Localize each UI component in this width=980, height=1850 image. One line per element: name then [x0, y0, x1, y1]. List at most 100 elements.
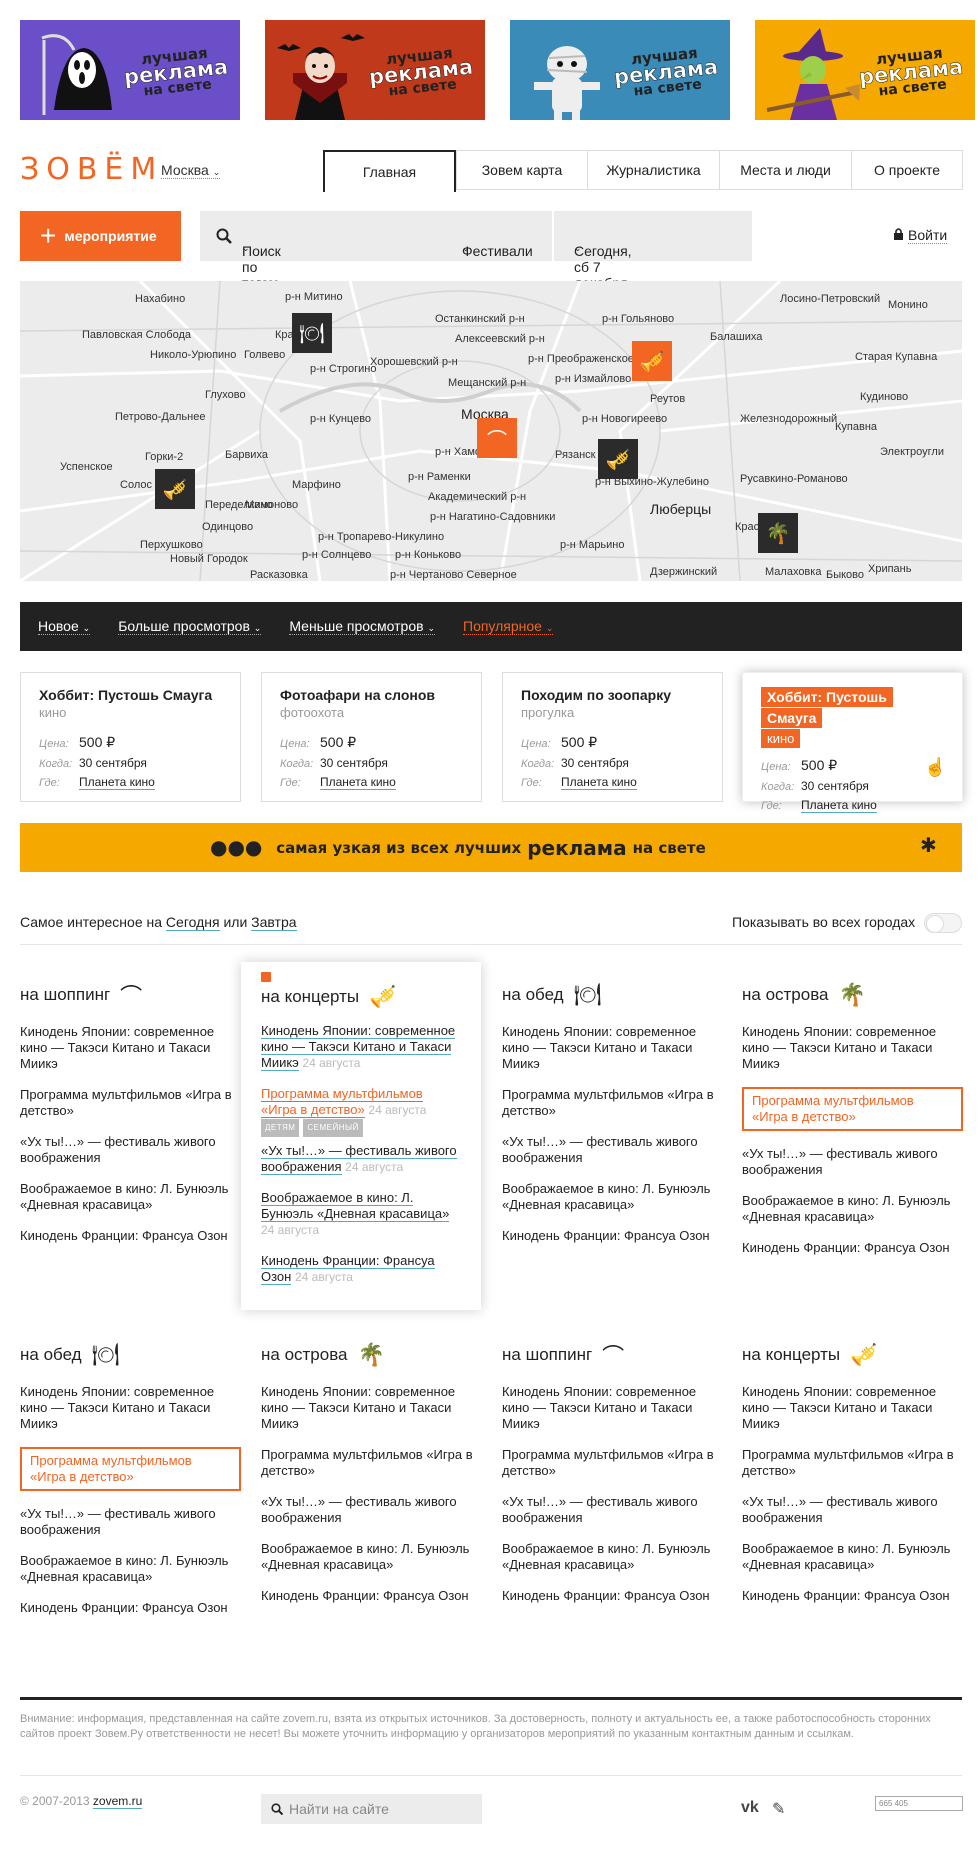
list-item[interactable]: Кинодень Франции: Франсуа Озон	[502, 1228, 723, 1244]
events-map[interactable]: р-н Митино Нахабино Павловская Слобода Н…	[20, 281, 962, 581]
map-pin-islands[interactable]: 🌴	[758, 513, 798, 553]
list-item[interactable]: Программа мультфильмов «Игра в детство»	[742, 1447, 963, 1479]
column-title[interactable]: на обед	[502, 985, 564, 1005]
tag-badge[interactable]: ДЕТЯМ	[261, 1119, 300, 1137]
city-selector[interactable]: Москва ⌄	[161, 162, 221, 179]
list-item[interactable]: Программа мультфильмов «Игра в детство»	[20, 1087, 241, 1119]
event-venue-link[interactable]: Планета кино	[561, 775, 637, 790]
list-item[interactable]: Кинодень Франции: Франсуа Озон	[742, 1588, 963, 1604]
event-card[interactable]: Фотоафари на слонов фотоохота Цена: 500 ₽…	[261, 672, 482, 802]
list-item[interactable]: Кинодень Франции: Франсуа Озон	[20, 1228, 241, 1244]
list-item[interactable]: Программа мультфильмов «Игра в детство»	[261, 1447, 482, 1479]
nav-tab-home[interactable]: Главная	[323, 150, 456, 192]
column-title[interactable]: на обед	[20, 1345, 82, 1365]
map-label: Успенское	[60, 461, 113, 473]
map-pin-restaurant[interactable]: 🍽	[292, 313, 332, 353]
list-item[interactable]: Воображаемое в кино: Л. Бунюэль «Дневная…	[742, 1541, 963, 1573]
list-item[interactable]: «Ух ты!…» — фестиваль живого воображения	[261, 1494, 482, 1526]
list-item[interactable]: Воображаемое в кино: Л. Бунюэль «Дневная…	[261, 1541, 482, 1573]
event-venue-link[interactable]: Планета кино	[320, 775, 396, 790]
filter-popular[interactable]: Популярное ⌄	[463, 618, 554, 635]
column-title[interactable]: на концерты	[742, 1345, 840, 1365]
nav-tab-places[interactable]: Места и люди	[719, 150, 852, 190]
list-item-highlighted[interactable]: Программа мультфильмов «Игра в детство»	[20, 1447, 241, 1491]
list-item[interactable]: «Ух ты!…» — фестиваль живого воображения	[742, 1146, 963, 1178]
list-item[interactable]: Воображаемое в кино: Л. Бунюэль «Дневная…	[261, 1190, 461, 1238]
event-card-hovered[interactable]: Хоббит: Пустошь Смауга кино Цена: 500 ₽ Ко…	[742, 672, 963, 813]
event-card[interactable]: Походим по зоопарку прогулка Цена: 500 ₽ …	[502, 672, 723, 802]
ad-banner-2[interactable]: лучшая реклама на свете	[265, 20, 485, 120]
vk-icon[interactable]: vk	[741, 1799, 759, 1817]
map-pin-concert[interactable]: 🎺	[632, 341, 672, 381]
list-item[interactable]: Кинодень Франции: Франсуа Озон	[742, 1240, 963, 1256]
list-item[interactable]: Кинодень Франции: Франсуа Озон 24 август…	[261, 1253, 461, 1285]
tomorrow-link[interactable]: Завтра	[251, 914, 297, 931]
column-title[interactable]: на острова	[261, 1345, 348, 1365]
list-item[interactable]: Кинодень Японии: современное кино — Такэ…	[20, 1024, 241, 1072]
tag-badge[interactable]: СЕМЕЙНЫЙ	[303, 1119, 363, 1137]
list-item[interactable]: Программа мультфильмов «Игра в детство»	[502, 1087, 723, 1119]
list-item[interactable]: «Ух ты!…» — фестиваль живого воображения…	[261, 1143, 461, 1175]
site-link[interactable]: zovem.ru	[92, 1794, 143, 1809]
list-item[interactable]: Кинодень Японии: современное кино — Такэ…	[742, 1024, 963, 1072]
list-item[interactable]: «Ух ты!…» — фестиваль живого воображения	[20, 1134, 241, 1166]
ad-banner-4[interactable]: лучшая реклама на свете	[755, 20, 975, 120]
list-item[interactable]: «Ух ты!…» — фестиваль живого воображения	[20, 1506, 241, 1538]
narrow-ad-banner[interactable]: ●●● самая узкая из всех лучших реклама н…	[20, 823, 962, 872]
column-title[interactable]: на острова	[742, 985, 829, 1005]
list-item[interactable]: «Ух ты!…» — фестиваль живого воображения	[502, 1134, 723, 1166]
footer-search-input[interactable]	[289, 1800, 474, 1818]
list-item[interactable]: «Ух ты!…» — фестиваль живого воображения	[502, 1494, 723, 1526]
nav-tab-journalism[interactable]: Журналистика	[587, 150, 720, 190]
list-item[interactable]: Воображаемое в кино: Л. Бунюэль «Дневная…	[502, 1541, 723, 1573]
list-item[interactable]: Кинодень Японии: современное кино — Такэ…	[261, 1023, 461, 1071]
list-item[interactable]: Кинодень Франции: Франсуа Озон	[20, 1600, 241, 1616]
login-link[interactable]: Войти	[908, 227, 948, 244]
item-link[interactable]: Воображаемое в кино: Л. Бунюэль «Дневная…	[261, 1190, 450, 1222]
map-pin-concert[interactable]: 🎺	[155, 469, 195, 509]
list-item[interactable]: Кинодень Японии: современное кино — Такэ…	[502, 1384, 723, 1432]
list-item[interactable]: Воображаемое в кино: Л. Бунюэль «Дневная…	[20, 1553, 241, 1585]
ghost-scream-illustration	[41, 34, 112, 115]
column-title[interactable]: на шоппинг	[502, 1345, 592, 1365]
filter-label: Новое	[38, 618, 79, 634]
event-card[interactable]: Хоббит: Пустошь Смауга кино Цена: 500 ₽ К…	[20, 672, 241, 802]
category-column: на концерты 🎺 Кинодень Японии: современно…	[742, 1340, 963, 1619]
site-logo[interactable]: ЗОВЁМ	[20, 152, 163, 187]
list-item[interactable]: Кинодень Японии: современное кино — Такэ…	[502, 1024, 723, 1072]
column-title[interactable]: на концерты	[261, 987, 359, 1007]
filter-least-viewed[interactable]: Меньше просмотров ⌄	[289, 618, 435, 635]
category-column: на острова 🌴 Кинодень Японии: современное…	[261, 1340, 482, 1619]
list-item[interactable]: Программа мультфильмов «Игра в детство» …	[261, 1086, 461, 1137]
column-title[interactable]: на шоппинг	[20, 985, 110, 1005]
map-pin-shopping[interactable]: ⌒	[477, 418, 517, 458]
filter-new[interactable]: Новое ⌄	[38, 618, 91, 635]
list-item[interactable]: «Ух ты!…» — фестиваль живого воображения	[742, 1494, 963, 1526]
ad-banner-3[interactable]: лучшая реклама на свете	[510, 20, 730, 120]
list-item[interactable]: Программа мультфильмов «Игра в детство»	[502, 1447, 723, 1479]
map-pin-concert[interactable]: 🎺	[598, 439, 638, 479]
list-item[interactable]: Кинодень Франции: Франсуа Озон	[502, 1588, 723, 1604]
event-venue-link[interactable]: Планета кино	[801, 798, 877, 813]
event-title: Хоббит: Пустошь Смауга	[39, 687, 213, 703]
list-item[interactable]: Кинодень Японии: современное кино — Такэ…	[261, 1384, 482, 1432]
pen-icon[interactable]: ✎	[772, 1799, 785, 1819]
list-item[interactable]: Кинодень Японии: современное кино — Такэ…	[742, 1384, 963, 1432]
today-link[interactable]: Сегодня	[165, 914, 220, 931]
list-item[interactable]: Кинодень Франции: Франсуа Озон	[261, 1588, 482, 1604]
ad-banner-1[interactable]: лучшая реклама на свете	[20, 20, 240, 120]
rss-icon[interactable]	[261, 972, 271, 982]
all-cities-toggle[interactable]	[924, 913, 962, 933]
visitor-counter[interactable]: 665 405	[875, 1796, 963, 1811]
add-event-button[interactable]: + мероприятие	[20, 211, 181, 261]
list-item[interactable]: Воображаемое в кино: Л. Бунюэль «Дневная…	[742, 1193, 963, 1225]
category-column: на обед 🍽 Кинодень Японии: современное ки…	[20, 1340, 241, 1631]
nav-tab-about[interactable]: О проекте	[851, 150, 963, 190]
list-item[interactable]: Воображаемое в кино: Л. Бунюэль «Дневная…	[502, 1181, 723, 1213]
list-item[interactable]: Воображаемое в кино: Л. Бунюэль «Дневная…	[20, 1181, 241, 1213]
list-item-highlighted[interactable]: Программа мультфильмов «Игра в детство»	[742, 1087, 963, 1131]
filter-most-viewed[interactable]: Больше просмотров ⌄	[118, 618, 262, 635]
nav-tab-map[interactable]: Зовем карта	[456, 150, 588, 190]
list-item[interactable]: Кинодень Японии: современное кино — Такэ…	[20, 1384, 241, 1432]
event-venue-link[interactable]: Планета кино	[79, 775, 155, 790]
